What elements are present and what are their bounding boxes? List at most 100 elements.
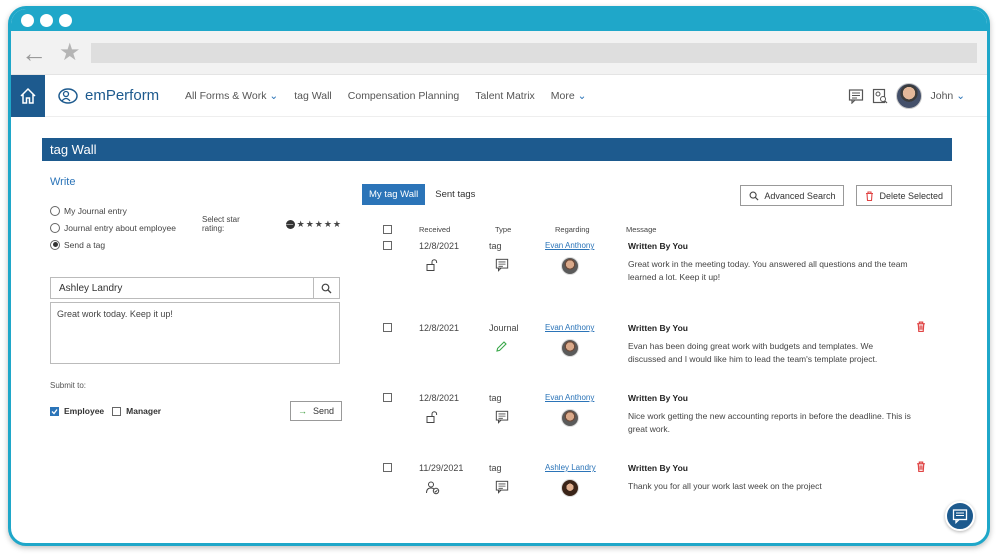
employee-search [50,277,340,299]
avatar[interactable] [561,409,579,427]
radio-label: My Journal entry [64,205,127,216]
window-dot[interactable] [59,13,72,27]
window-dot[interactable] [21,13,34,27]
user-menu[interactable]: John ⌄ [930,90,965,102]
row-date: 11/29/2021 [419,463,464,473]
row-regarding-link[interactable]: Evan Anthony [545,323,594,332]
nav-label: More [550,89,575,102]
unlock-icon [426,411,438,423]
user-name: John [930,89,954,102]
search-icon [321,283,332,293]
chevron-down-icon: ⌄ [269,89,279,102]
action-buttons: Advanced Search Delete Selected [740,185,952,206]
employee-input[interactable] [51,278,313,298]
user-search-icon[interactable] [872,88,888,104]
check-icon [51,408,58,414]
row-regarding-link[interactable]: Evan Anthony [545,393,594,402]
chevron-down-icon: ⌄ [956,89,965,102]
row-message: Evan has been doing great work with budg… [628,341,878,364]
row-type: tag [489,463,502,473]
avatar[interactable] [561,257,579,275]
avatar[interactable] [561,479,579,497]
nav-items: All Forms & Work ⌄ tag Wall Compensation… [185,90,586,102]
table-row[interactable]: 11/29/2021 tag Ashley Landry Written By … [362,455,952,525]
title-bar [11,9,987,31]
logo-text: emPerform [85,87,160,104]
row-checkbox[interactable] [383,463,392,472]
tab-sent-tags[interactable]: Sent tags [433,184,477,205]
browser-toolbar: ← ★ [11,31,987,75]
row-checkbox[interactable] [383,241,392,250]
message-input[interactable]: Great work today. Keep it up! [50,302,340,364]
row-message: Great work in the meeting today. You ans… [628,259,908,282]
nav-label: All Forms & Work [185,89,267,102]
trash-icon[interactable] [916,321,926,332]
back-arrow-icon[interactable]: ← [21,40,51,66]
manager-checkbox[interactable] [112,406,122,416]
manager-label: Manager [126,406,162,416]
pencil-icon [496,341,507,352]
chat-icon [952,509,968,524]
radio-send-tag[interactable]: Send a tag [50,236,342,253]
nav-compensation[interactable]: Compensation Planning [348,90,460,102]
table-row[interactable]: 12/8/2021 tag Evan Anthony Written By Yo… [362,385,952,455]
trash-icon [866,190,874,201]
stars-icon[interactable]: ★★★★★ [297,219,342,230]
row-message-title: Written By You [628,323,688,333]
row-date: 12/8/2021 [419,393,460,403]
nav-more[interactable]: More ⌄ [551,90,587,102]
employee-checkbox[interactable] [50,406,59,416]
clear-rating-icon[interactable]: — [285,219,295,229]
nav-all-forms[interactable]: All Forms & Work ⌄ [185,90,278,102]
tag-wall-panel: My tag Wall Sent tags Advanced Search De… [362,184,952,525]
row-checkbox[interactable] [383,323,392,332]
radio-button[interactable] [50,239,60,250]
row-regarding-link[interactable]: Ashley Landry [545,463,596,472]
nav-tag-wall[interactable]: tag Wall [294,90,332,102]
avatar[interactable] [561,339,579,357]
tag-message-icon [495,258,509,272]
row-type: tag [489,393,502,403]
table-row[interactable]: 12/8/2021 tag Evan Anthony Written By Yo… [362,241,952,315]
star-rating: Select star rating: — ★★★★★ [202,215,342,233]
tab-my-tag-wall[interactable]: My tag Wall [362,184,426,205]
messages-icon[interactable] [848,88,864,104]
window-dot[interactable] [40,13,53,27]
logo[interactable]: emPerform [57,87,161,105]
table-row[interactable]: 12/8/2021 Journal Evan Anthony Written B… [362,315,952,385]
row-message: Thank you for all your work last week on… [628,481,822,491]
submit-to-label: Submit to: [50,381,87,390]
header-message[interactable]: Message [626,225,656,234]
address-bar[interactable] [91,42,977,63]
header-regarding[interactable]: Regarding [555,225,590,234]
row-checkbox[interactable] [383,393,392,402]
radio-label: Send a tag [64,239,106,250]
advanced-search-label: Advanced Search [764,190,836,201]
star-rating-label: Select star rating: [202,215,240,233]
chevron-down-icon: ⌄ [577,89,587,102]
select-all-checkbox[interactable] [383,225,392,234]
header-received[interactable]: Received [419,225,450,234]
trash-icon[interactable] [916,461,926,472]
row-message-title: Written By You [628,393,688,403]
header-type[interactable]: Type [495,225,511,234]
radio-button[interactable] [50,222,60,233]
user-avatar[interactable] [896,82,923,109]
search-button[interactable] [313,278,339,298]
advanced-search-button[interactable]: Advanced Search [740,185,845,206]
row-message-title: Written By You [628,463,688,473]
row-type: Journal [489,323,519,333]
home-button[interactable] [11,74,45,117]
star-rating-control[interactable]: — ★★★★★ [285,219,342,230]
tag-message-icon [495,480,509,494]
nav-talent-matrix[interactable]: Talent Matrix [475,90,535,102]
radio-button[interactable] [50,205,60,216]
unlock-icon [426,259,438,271]
delete-selected-button[interactable]: Delete Selected [856,185,952,206]
page-title: tag Wall [42,138,952,161]
send-button[interactable]: → Send [290,401,342,421]
row-regarding-link[interactable]: Evan Anthony [545,241,594,250]
bookmark-star-icon[interactable]: ★ [59,40,83,65]
write-title: Write [50,176,76,188]
row-type: tag [489,241,502,251]
